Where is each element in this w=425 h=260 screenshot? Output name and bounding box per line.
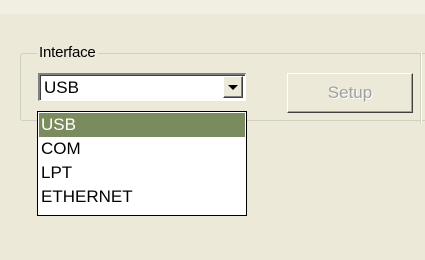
interface-options-list[interactable]: USB COM LPT ETHERNET [37, 111, 247, 216]
interface-option-ethernet[interactable]: ETHERNET [39, 185, 245, 209]
interface-group-label: Interface [37, 44, 98, 61]
interface-option-com[interactable]: COM [39, 137, 245, 161]
divider-line-highlight [421, 53, 422, 123]
chevron-down-icon [228, 85, 238, 90]
interface-dropdown[interactable]: USB [38, 73, 246, 101]
interface-option-usb[interactable]: USB [39, 113, 245, 137]
dialog-top-strip [0, 0, 425, 14]
interface-option-lpt[interactable]: LPT [39, 161, 245, 185]
dropdown-arrow-button[interactable] [223, 76, 243, 98]
setup-button[interactable]: Setup [287, 73, 413, 113]
interface-dropdown-value: USB [44, 78, 79, 97]
